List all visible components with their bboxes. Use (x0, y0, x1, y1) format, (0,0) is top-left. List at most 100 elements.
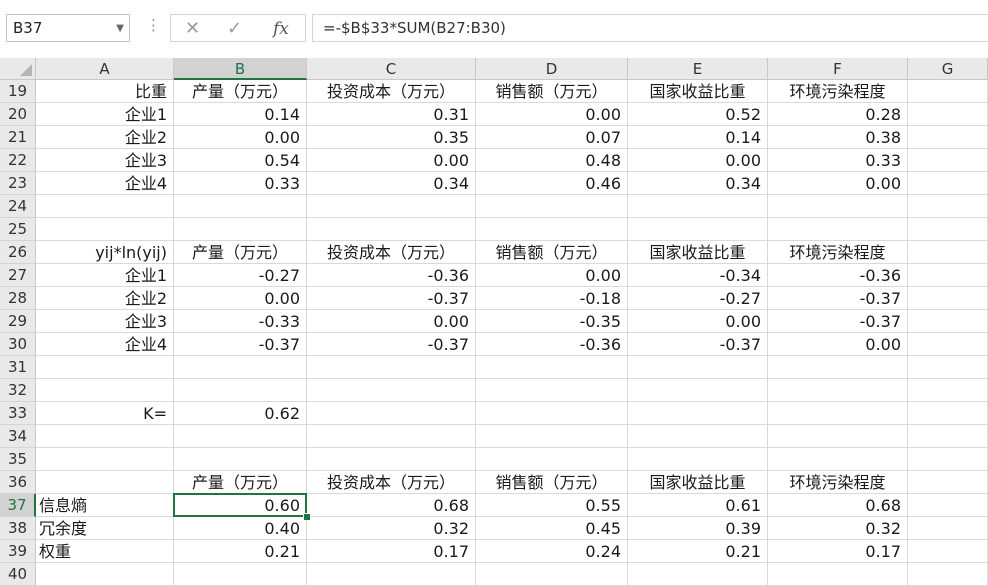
more-vertical-icon[interactable]: ⋮ (146, 16, 161, 34)
cell-e21[interactable]: 0.14 (628, 126, 768, 149)
cell-f38[interactable]: 0.32 (768, 517, 908, 540)
row-header-34[interactable]: 34 (0, 425, 36, 448)
cell-e25[interactable] (628, 218, 768, 241)
cell-b29[interactable]: -0.33 (174, 310, 307, 333)
row-header-35[interactable]: 35 (0, 448, 36, 471)
cell-g37[interactable] (908, 494, 988, 517)
cell-b37[interactable]: 0.60 (174, 494, 307, 517)
cancel-icon[interactable]: ✕ (185, 18, 200, 39)
cell-e22[interactable]: 0.00 (628, 149, 768, 172)
cell-e19[interactable]: 国家收益比重 (628, 80, 768, 103)
cell-c28[interactable]: -0.37 (307, 287, 476, 310)
cell-c34[interactable] (307, 425, 476, 448)
cell-f34[interactable] (768, 425, 908, 448)
row-header-31[interactable]: 31 (0, 356, 36, 379)
cell-g25[interactable] (908, 218, 988, 241)
column-header-f[interactable]: F (768, 58, 908, 80)
cell-g19[interactable] (908, 80, 988, 103)
cell-b38[interactable]: 0.40 (174, 517, 307, 540)
cell-c23[interactable]: 0.34 (307, 172, 476, 195)
cell-g31[interactable] (908, 356, 988, 379)
cell-a32[interactable] (36, 379, 174, 402)
cell-d39[interactable]: 0.24 (476, 540, 628, 563)
cell-e29[interactable]: 0.00 (628, 310, 768, 333)
cell-d30[interactable]: -0.36 (476, 333, 628, 356)
cell-c32[interactable] (307, 379, 476, 402)
cell-c20[interactable]: 0.31 (307, 103, 476, 126)
cell-d19[interactable]: 销售额（万元） (476, 80, 628, 103)
cell-c36[interactable]: 投资成本（万元） (307, 471, 476, 494)
row-header-33[interactable]: 33 (0, 402, 36, 425)
cell-d23[interactable]: 0.46 (476, 172, 628, 195)
cell-d37[interactable]: 0.55 (476, 494, 628, 517)
cell-f21[interactable]: 0.38 (768, 126, 908, 149)
column-header-g[interactable]: G (908, 58, 988, 80)
cell-a23[interactable]: 企业4 (36, 172, 174, 195)
cell-e27[interactable]: -0.34 (628, 264, 768, 287)
cell-b22[interactable]: 0.54 (174, 149, 307, 172)
cell-a21[interactable]: 企业2 (36, 126, 174, 149)
cell-e34[interactable] (628, 425, 768, 448)
cell-g32[interactable] (908, 379, 988, 402)
cell-d26[interactable]: 销售额（万元） (476, 241, 628, 264)
cell-b33[interactable]: 0.62 (174, 402, 307, 425)
cell-a26[interactable]: yij*ln(yij) (36, 241, 174, 264)
cell-d29[interactable]: -0.35 (476, 310, 628, 333)
cell-f26[interactable]: 环境污染程度 (768, 241, 908, 264)
cell-c19[interactable]: 投资成本（万元） (307, 80, 476, 103)
cell-d32[interactable] (476, 379, 628, 402)
cell-b31[interactable] (174, 356, 307, 379)
cell-d40[interactable] (476, 563, 628, 586)
cell-b35[interactable] (174, 448, 307, 471)
cell-d31[interactable] (476, 356, 628, 379)
cell-e38[interactable]: 0.39 (628, 517, 768, 540)
cell-f29[interactable]: -0.37 (768, 310, 908, 333)
cell-f23[interactable]: 0.00 (768, 172, 908, 195)
cell-c25[interactable] (307, 218, 476, 241)
cell-e26[interactable]: 国家收益比重 (628, 241, 768, 264)
row-header-40[interactable]: 40 (0, 563, 36, 586)
cell-b25[interactable] (174, 218, 307, 241)
cell-e37[interactable]: 0.61 (628, 494, 768, 517)
cell-g35[interactable] (908, 448, 988, 471)
column-header-a[interactable]: A (36, 58, 174, 80)
cell-g38[interactable] (908, 517, 988, 540)
cell-f33[interactable] (768, 402, 908, 425)
cell-f37[interactable]: 0.68 (768, 494, 908, 517)
cell-e39[interactable]: 0.21 (628, 540, 768, 563)
cell-b30[interactable]: -0.37 (174, 333, 307, 356)
cell-d38[interactable]: 0.45 (476, 517, 628, 540)
cell-d34[interactable] (476, 425, 628, 448)
cell-e33[interactable] (628, 402, 768, 425)
row-header-25[interactable]: 25 (0, 218, 36, 241)
insert-function-icon[interactable]: fx (273, 19, 289, 39)
cell-a27[interactable]: 企业1 (36, 264, 174, 287)
cell-c33[interactable] (307, 402, 476, 425)
row-header-28[interactable]: 28 (0, 287, 36, 310)
select-all-corner[interactable] (0, 58, 36, 80)
cell-g23[interactable] (908, 172, 988, 195)
cell-g39[interactable] (908, 540, 988, 563)
cell-a30[interactable]: 企业4 (36, 333, 174, 356)
column-header-b[interactable]: B (174, 58, 307, 80)
cell-a19[interactable]: 比重 (36, 80, 174, 103)
cell-e24[interactable] (628, 195, 768, 218)
cell-a37[interactable]: 信息熵 (36, 494, 174, 517)
cell-g29[interactable] (908, 310, 988, 333)
cell-c26[interactable]: 投资成本（万元） (307, 241, 476, 264)
cell-c29[interactable]: 0.00 (307, 310, 476, 333)
cell-g40[interactable] (908, 563, 988, 586)
column-header-e[interactable]: E (628, 58, 768, 80)
cell-d28[interactable]: -0.18 (476, 287, 628, 310)
cell-b23[interactable]: 0.33 (174, 172, 307, 195)
cell-b19[interactable]: 产量（万元） (174, 80, 307, 103)
cell-f32[interactable] (768, 379, 908, 402)
row-header-29[interactable]: 29 (0, 310, 36, 333)
cell-c35[interactable] (307, 448, 476, 471)
cell-a39[interactable]: 权重 (36, 540, 174, 563)
cell-b28[interactable]: 0.00 (174, 287, 307, 310)
cell-c39[interactable]: 0.17 (307, 540, 476, 563)
cell-f25[interactable] (768, 218, 908, 241)
formula-input[interactable]: =-$B$33*SUM(B27:B30) (312, 14, 988, 42)
cell-e40[interactable] (628, 563, 768, 586)
